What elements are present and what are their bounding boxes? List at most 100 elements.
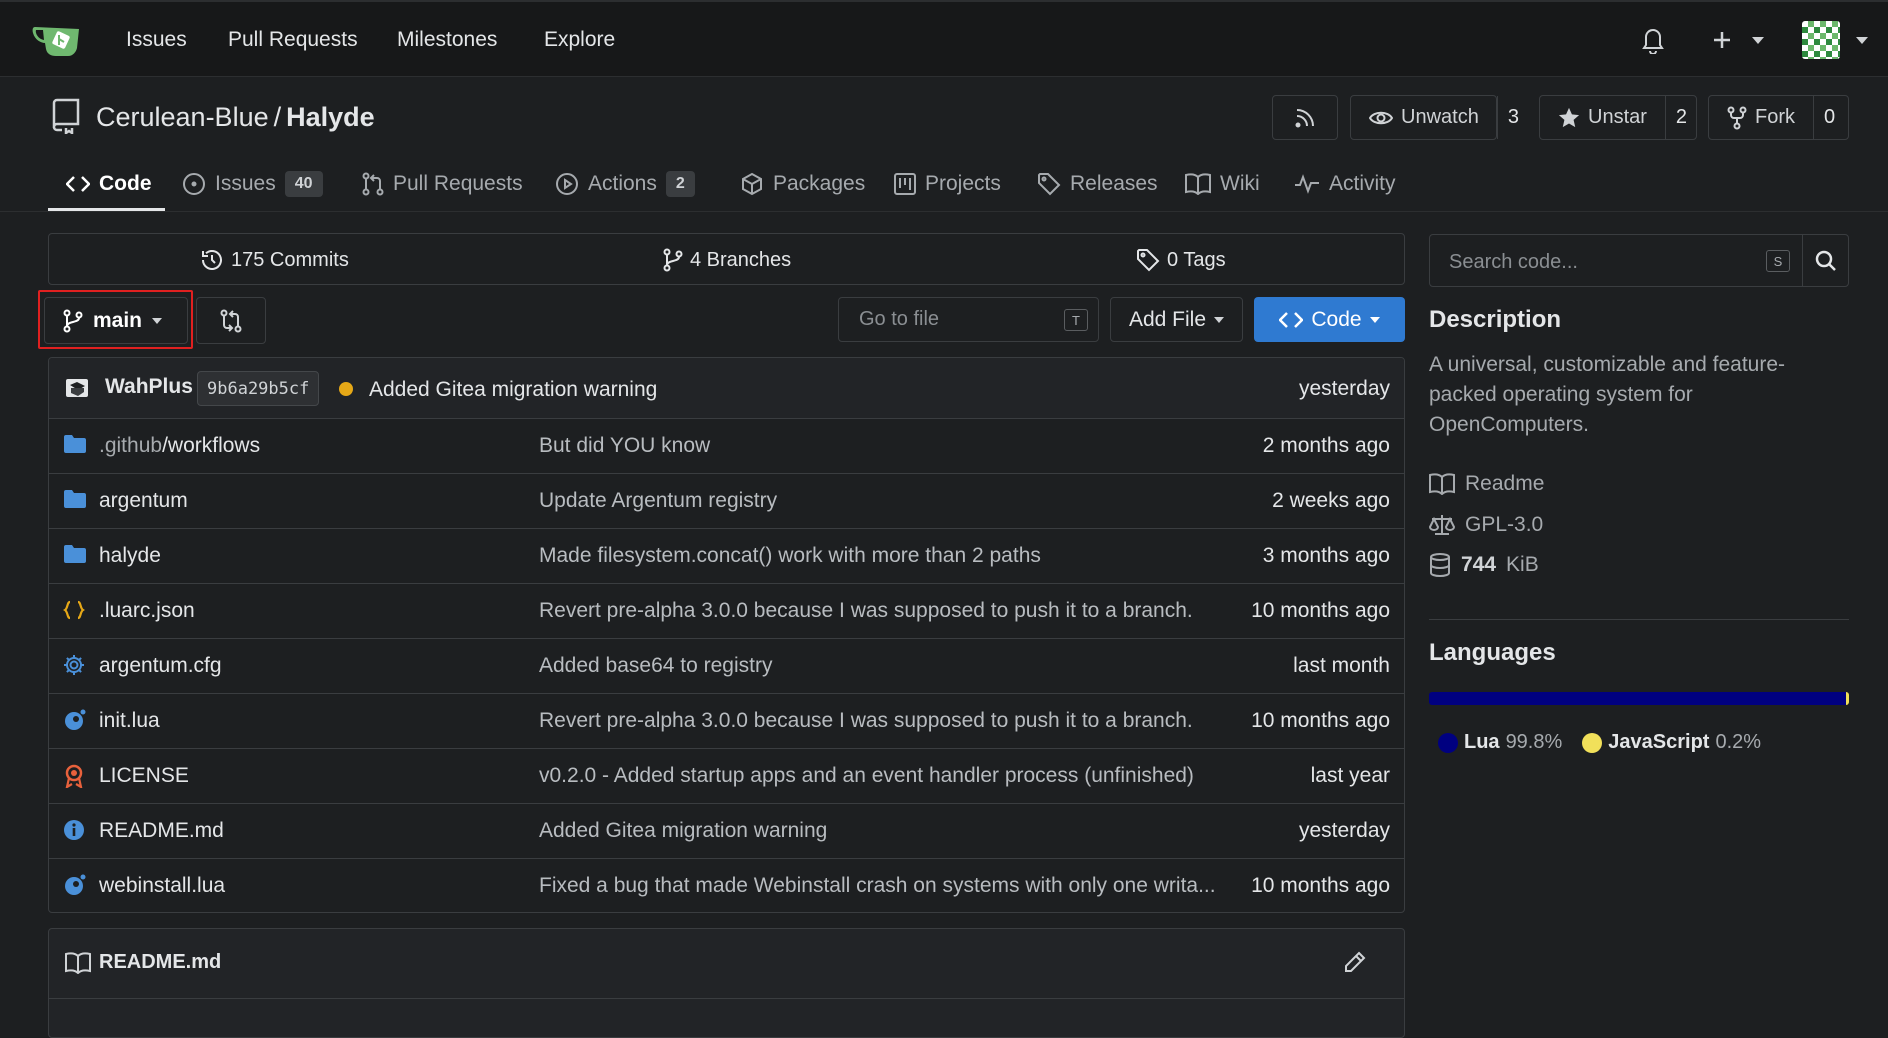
code-brackets-icon xyxy=(1279,311,1304,329)
star-count[interactable]: 2 xyxy=(1664,96,1697,139)
file-commit-time: last month xyxy=(1293,654,1390,677)
fork-button[interactable]: Fork 0 xyxy=(1708,95,1849,140)
branches-count: 4 Branches xyxy=(690,248,792,271)
file-name[interactable]: README.md xyxy=(99,819,224,843)
branch-selector-button[interactable]: main xyxy=(44,297,188,344)
tab-packages-label: Packages xyxy=(773,172,866,195)
commit-status-dot[interactable] xyxy=(339,382,353,396)
tab-actions[interactable]: Actions 2 xyxy=(555,158,695,210)
file-commit-time: 10 months ago xyxy=(1251,874,1390,897)
tab-issues[interactable]: Issues 40 xyxy=(182,158,323,210)
nav-explore[interactable]: Explore xyxy=(544,28,615,52)
file-name[interactable]: .luarc.json xyxy=(99,599,195,623)
json-file-icon xyxy=(63,599,85,621)
file-commit-message[interactable]: Revert pre-alpha 3.0.0 because I was sup… xyxy=(539,599,1193,623)
watch-count[interactable]: 3 xyxy=(1496,96,1529,139)
tags-link[interactable]: 0 Tags xyxy=(1136,248,1226,272)
file-row[interactable]: argentum.cfg Added base64 to registry la… xyxy=(49,639,1404,694)
file-row[interactable]: webinstall.lua Fixed a bug that made Web… xyxy=(49,859,1404,912)
chevron-down-icon xyxy=(1369,316,1380,323)
repo-size: 744 KiB xyxy=(1429,553,1539,577)
language-item-lua[interactable]: Lua 99.8% xyxy=(1438,731,1562,754)
compare-button[interactable] xyxy=(196,297,266,344)
repo-owner-link[interactable]: Cerulean-Blue xyxy=(96,102,269,132)
file-name[interactable]: argentum xyxy=(99,489,188,513)
unstar-button[interactable]: Unstar 2 xyxy=(1539,95,1697,140)
tab-activity[interactable]: Activity xyxy=(1294,158,1396,210)
file-commit-message[interactable]: Update Argentum registry xyxy=(539,489,777,513)
readme-link-label: Readme xyxy=(1465,472,1545,495)
unwatch-button[interactable]: Unwatch 3 xyxy=(1350,95,1519,140)
plus-icon[interactable] xyxy=(1712,30,1732,50)
commits-link[interactable]: 175 Commits xyxy=(200,248,349,272)
file-commit-message[interactable]: Made filesystem.concat() work with more … xyxy=(539,544,1041,568)
readme-link[interactable]: Readme xyxy=(1429,472,1544,496)
file-commit-message[interactable]: v0.2.0 - Added startup apps and an event… xyxy=(539,764,1194,788)
file-row[interactable]: README.md Added Gitea migration warning … xyxy=(49,804,1404,859)
tab-wiki[interactable]: Wiki xyxy=(1185,158,1260,210)
language-bar-segment xyxy=(1846,692,1849,705)
language-name: Lua xyxy=(1464,731,1500,753)
file-name[interactable]: LICENSE xyxy=(99,764,189,788)
gitea-logo-icon[interactable] xyxy=(32,21,80,57)
license-link[interactable]: GPL-3.0 xyxy=(1429,513,1543,537)
file-name[interactable]: webinstall.lua xyxy=(99,874,225,898)
file-commit-time: 10 months ago xyxy=(1251,599,1390,622)
branches-link[interactable]: 4 Branches xyxy=(663,248,791,272)
file-row[interactable]: init.lua Revert pre-alpha 3.0.0 because … xyxy=(49,694,1404,749)
commit-author[interactable]: WahPlus xyxy=(105,375,193,399)
file-name[interactable]: halyde xyxy=(99,544,161,568)
nav-milestones[interactable]: Milestones xyxy=(397,28,497,52)
file-commit-message[interactable]: Revert pre-alpha 3.0.0 because I was sup… xyxy=(539,709,1193,733)
commit-sha[interactable]: 9b6a29b5cf xyxy=(197,371,320,406)
issue-opened-icon xyxy=(182,172,206,196)
nav-pull-requests[interactable]: Pull Requests xyxy=(228,28,358,52)
file-name[interactable]: init.lua xyxy=(99,709,160,733)
file-row[interactable]: argentum Update Argentum registry 2 week… xyxy=(49,474,1404,529)
tab-releases[interactable]: Releases xyxy=(1037,158,1158,210)
search-button[interactable] xyxy=(1802,235,1849,286)
file-name[interactable]: .github/workflows xyxy=(99,434,260,458)
tag-icon xyxy=(1037,172,1061,196)
add-file-button[interactable]: Add File xyxy=(1110,297,1243,342)
file-commit-message[interactable]: But did YOU know xyxy=(539,434,710,458)
file-row[interactable]: halyde Made filesystem.concat() work wit… xyxy=(49,529,1404,584)
avatar[interactable] xyxy=(1802,21,1840,59)
search-shortcut-key: S xyxy=(1766,250,1790,272)
nav-issues[interactable]: Issues xyxy=(126,28,187,52)
bell-icon[interactable] xyxy=(1641,26,1665,54)
readme-divider xyxy=(49,998,1404,999)
fork-count[interactable]: 0 xyxy=(1813,96,1845,139)
tab-pull-requests[interactable]: Pull Requests xyxy=(362,158,523,210)
tab-code-label: Code xyxy=(99,172,152,195)
code-search-box[interactable]: Search code... S xyxy=(1429,234,1849,287)
fork-icon xyxy=(1727,106,1747,130)
file-commit-message[interactable]: Added base64 to registry xyxy=(539,654,772,678)
go-to-file-input[interactable]: Go to file T xyxy=(838,297,1099,342)
commit-message[interactable]: Added Gitea migration warning xyxy=(369,378,657,402)
file-name[interactable]: argentum.cfg xyxy=(99,654,222,678)
language-item-javascript[interactable]: JavaScript 0.2% xyxy=(1582,731,1761,754)
file-commit-message[interactable]: Added Gitea migration warning xyxy=(539,819,827,843)
tab-projects[interactable]: Projects xyxy=(894,158,1001,210)
pencil-edit-icon[interactable] xyxy=(1344,951,1366,973)
file-row[interactable]: LICENSE v0.2.0 - Added startup apps and … xyxy=(49,749,1404,804)
rss-feed-button[interactable] xyxy=(1272,95,1338,140)
actions-count-badge: 2 xyxy=(665,171,695,197)
tab-packages[interactable]: Packages xyxy=(740,158,865,210)
file-row[interactable]: .luarc.json Revert pre-alpha 3.0.0 becau… xyxy=(49,584,1404,639)
readme-title[interactable]: README.md xyxy=(99,951,221,974)
code-clone-button[interactable]: Code xyxy=(1254,297,1405,342)
database-icon xyxy=(1429,553,1451,577)
readme-panel: README.md xyxy=(48,928,1405,1038)
tab-code[interactable]: Code xyxy=(66,158,152,210)
author-avatar-icon[interactable] xyxy=(65,376,91,400)
file-row[interactable]: .github/workflows But did YOU know 2 mon… xyxy=(49,419,1404,474)
chevron-down-icon xyxy=(152,317,163,324)
repo-name-link[interactable]: Halyde xyxy=(286,102,375,132)
create-menu-chevron-down-icon[interactable] xyxy=(1752,37,1764,45)
code-search-input[interactable]: Search code... xyxy=(1449,251,1578,274)
file-commit-message[interactable]: Fixed a bug that made Webinstall crash o… xyxy=(539,874,1216,898)
package-icon xyxy=(740,172,764,196)
user-menu-chevron-down-icon[interactable] xyxy=(1856,37,1868,45)
